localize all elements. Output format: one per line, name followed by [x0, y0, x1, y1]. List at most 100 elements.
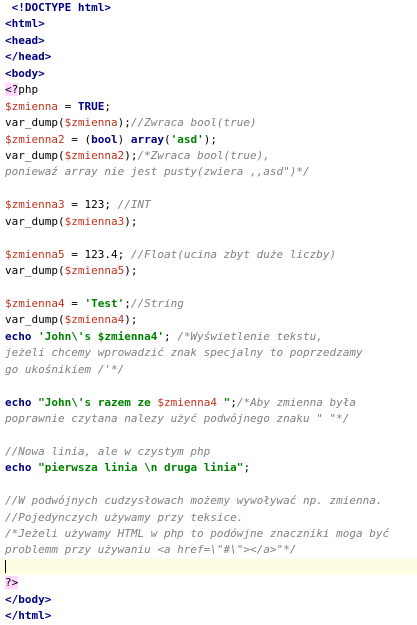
comment-token: poniewaź array nie jest pusty(zwiera ,,a… [5, 165, 310, 179]
code-token: ; [124, 296, 131, 310]
comment-token: /*Wyświetlenie tekstu, [177, 329, 323, 343]
code-token: ); [124, 264, 138, 277]
code-line[interactable] [0, 230, 417, 246]
code-line[interactable]: $zmienna3 = 123; //INT [0, 197, 417, 213]
code-line[interactable]: //Nowa linia, ale w czystym php [0, 444, 417, 460]
html-tag-token: </html> [5, 609, 52, 623]
html-tag-token: </head> [5, 50, 52, 64]
code-line[interactable]: problemm przy używaniu <a href=\"#\"></a… [0, 542, 417, 558]
code-line[interactable]: <?php [0, 82, 417, 98]
code-token: = [57, 99, 78, 113]
code-line[interactable]: poprawnie czytana nalezy użyć podwójnego… [0, 411, 417, 427]
code-line[interactable]: </body> [0, 592, 417, 608]
code-line[interactable]: echo "John\'s razem ze $zmienna4 ";/*Aby… [0, 395, 417, 411]
code-token: ; [230, 395, 237, 409]
code-token: = 123; [64, 198, 118, 212]
variable-token: $zmienna2 [64, 148, 125, 162]
code-line[interactable]: var_dump($zmienna5); [0, 263, 417, 279]
code-line[interactable]: </html> [0, 608, 417, 624]
php-tag-token: <? [5, 83, 19, 97]
code-line[interactable]: poniewaź array nie jest pusty(zwiera ,,a… [0, 164, 417, 180]
keyword-token: bool [91, 132, 118, 146]
keyword-token: array [130, 132, 164, 146]
comment-token: //INT [117, 198, 151, 212]
code-area[interactable]: <!DOCTYPE html> <html> <head> </head> <body>… [0, 0, 417, 625]
variable-token: $zmienna4 [157, 395, 217, 409]
code-line[interactable]: var_dump($zmienna);//Zwraca bool(true) [0, 115, 417, 131]
comment-token: /*Aby zmienna była [236, 395, 357, 409]
code-line[interactable]: </head> [0, 49, 417, 65]
variable-token: $zmienna4 [5, 296, 65, 310]
code-line[interactable] [0, 477, 417, 493]
keyword-token: echo [5, 461, 32, 475]
code-line[interactable]: <!DOCTYPE html> [0, 0, 417, 16]
variable-token: $zmienna [5, 99, 58, 113]
comment-token: go ukośnikiem /'*/ [5, 362, 125, 376]
code-token: ); [124, 148, 138, 162]
comment-token: /*Jeżeli używamy HTML w php to podówjne … [5, 527, 390, 540]
code-line[interactable] [0, 427, 417, 443]
current-code-line[interactable] [0, 558, 417, 576]
code-line[interactable] [0, 279, 417, 295]
code-line[interactable]: var_dump($zmienna2);/*Zwraca bool(true), [0, 148, 417, 164]
code-line[interactable]: echo "pierwsza linia \n druga linia"; [0, 460, 417, 476]
html-tag-token: <!DOCTYPE html> [5, 1, 111, 14]
string-token: "pierwsza linia \n druga linia" [38, 461, 244, 475]
string-token: "John\'s razem ze [38, 395, 158, 409]
comment-token: //Float(ucina zbyt duże liczby) [130, 247, 337, 261]
comment-token: jeżeli chcemy wprowadzić znak specjalny … [5, 346, 363, 360]
code-line[interactable]: $zmienna = TRUE; [0, 99, 417, 115]
comment-token: /*Zwraca bool(true), [137, 148, 270, 162]
html-tag-token: <html> [5, 17, 45, 31]
code-line[interactable]: echo 'John\'s $zmienna4'; /*Wyświetlenie… [0, 329, 417, 345]
code-line[interactable]: $zmienna5 = 123.4; //Float(ucina zbyt du… [0, 247, 417, 263]
keyword-token: echo [5, 395, 32, 409]
code-line[interactable]: $zmienna2 = (bool) array('asd'); [0, 132, 417, 148]
comment-token: //Pojedynczych używamy przy teksice. [5, 510, 244, 524]
code-token: var_dump( [5, 148, 65, 162]
variable-token: $zmienna3 [64, 214, 125, 228]
code-token: ); [124, 214, 138, 228]
code-token: ( [163, 132, 171, 146]
code-line[interactable]: //W podwójnych cudzysłowach możemy wywoł… [0, 493, 417, 509]
html-tag-token: <head> [5, 33, 45, 47]
code-line[interactable]: var_dump($zmienna3); [0, 214, 417, 230]
code-line[interactable]: <html> [0, 16, 417, 32]
code-token: ; [243, 461, 251, 475]
variable-token: $zmienna4 [64, 313, 125, 327]
comment-token: //W podwójnych cudzysłowach możemy wywoł… [5, 494, 383, 508]
code-token: ; [163, 329, 178, 343]
code-token: ) [117, 132, 131, 146]
code-line[interactable]: /*Jeżeli używamy HTML w php to podówjne … [0, 526, 417, 542]
php-tag-token: ?> [5, 576, 19, 590]
code-line[interactable]: <body> [0, 66, 417, 82]
code-token: var_dump( [5, 116, 65, 130]
code-line[interactable]: //Pojedynczych używamy przy teksice. [0, 510, 417, 526]
code-token: ); [203, 132, 217, 146]
string-token: 'Test' [84, 296, 125, 310]
code-token: var_dump( [5, 264, 65, 277]
code-line[interactable]: go ukośnikiem /'*/ [0, 362, 417, 378]
variable-token: $zmienna [64, 116, 118, 130]
code-token: = [64, 296, 85, 310]
code-token: = 123.4; [64, 247, 131, 261]
comment-token: poprawnie czytana nalezy użyć podwójnego… [5, 411, 350, 425]
code-editor[interactable]: <!DOCTYPE html> <html> <head> </head> <body>… [0, 0, 417, 622]
comment-token: //Nowa linia, ale w czystym php [5, 444, 211, 458]
keyword-token: TRUE [77, 99, 105, 113]
comment-token: problemm przy używaniu <a href=\"#\"></a… [5, 543, 297, 557]
code-line[interactable] [0, 378, 417, 394]
variable-token: $zmienna2 [5, 132, 65, 146]
code-line[interactable]: <head> [0, 33, 417, 49]
comment-token: //Zwraca bool(true) [130, 116, 257, 130]
string-token: 'John\'s $zmienna4' [38, 329, 164, 343]
text-caret [5, 560, 6, 574]
code-line[interactable]: $zmienna4 = 'Test';//String [0, 296, 417, 312]
variable-token: $zmienna3 [5, 198, 65, 212]
code-line[interactable]: ?> [0, 575, 417, 591]
code-line[interactable]: var_dump($zmienna4); [0, 312, 417, 328]
code-line[interactable] [0, 181, 417, 197]
code-token: ); [124, 313, 138, 327]
code-line[interactable]: jeżeli chcemy wprowadzić znak specjalny … [0, 345, 417, 361]
html-tag-token: <body> [5, 66, 45, 80]
